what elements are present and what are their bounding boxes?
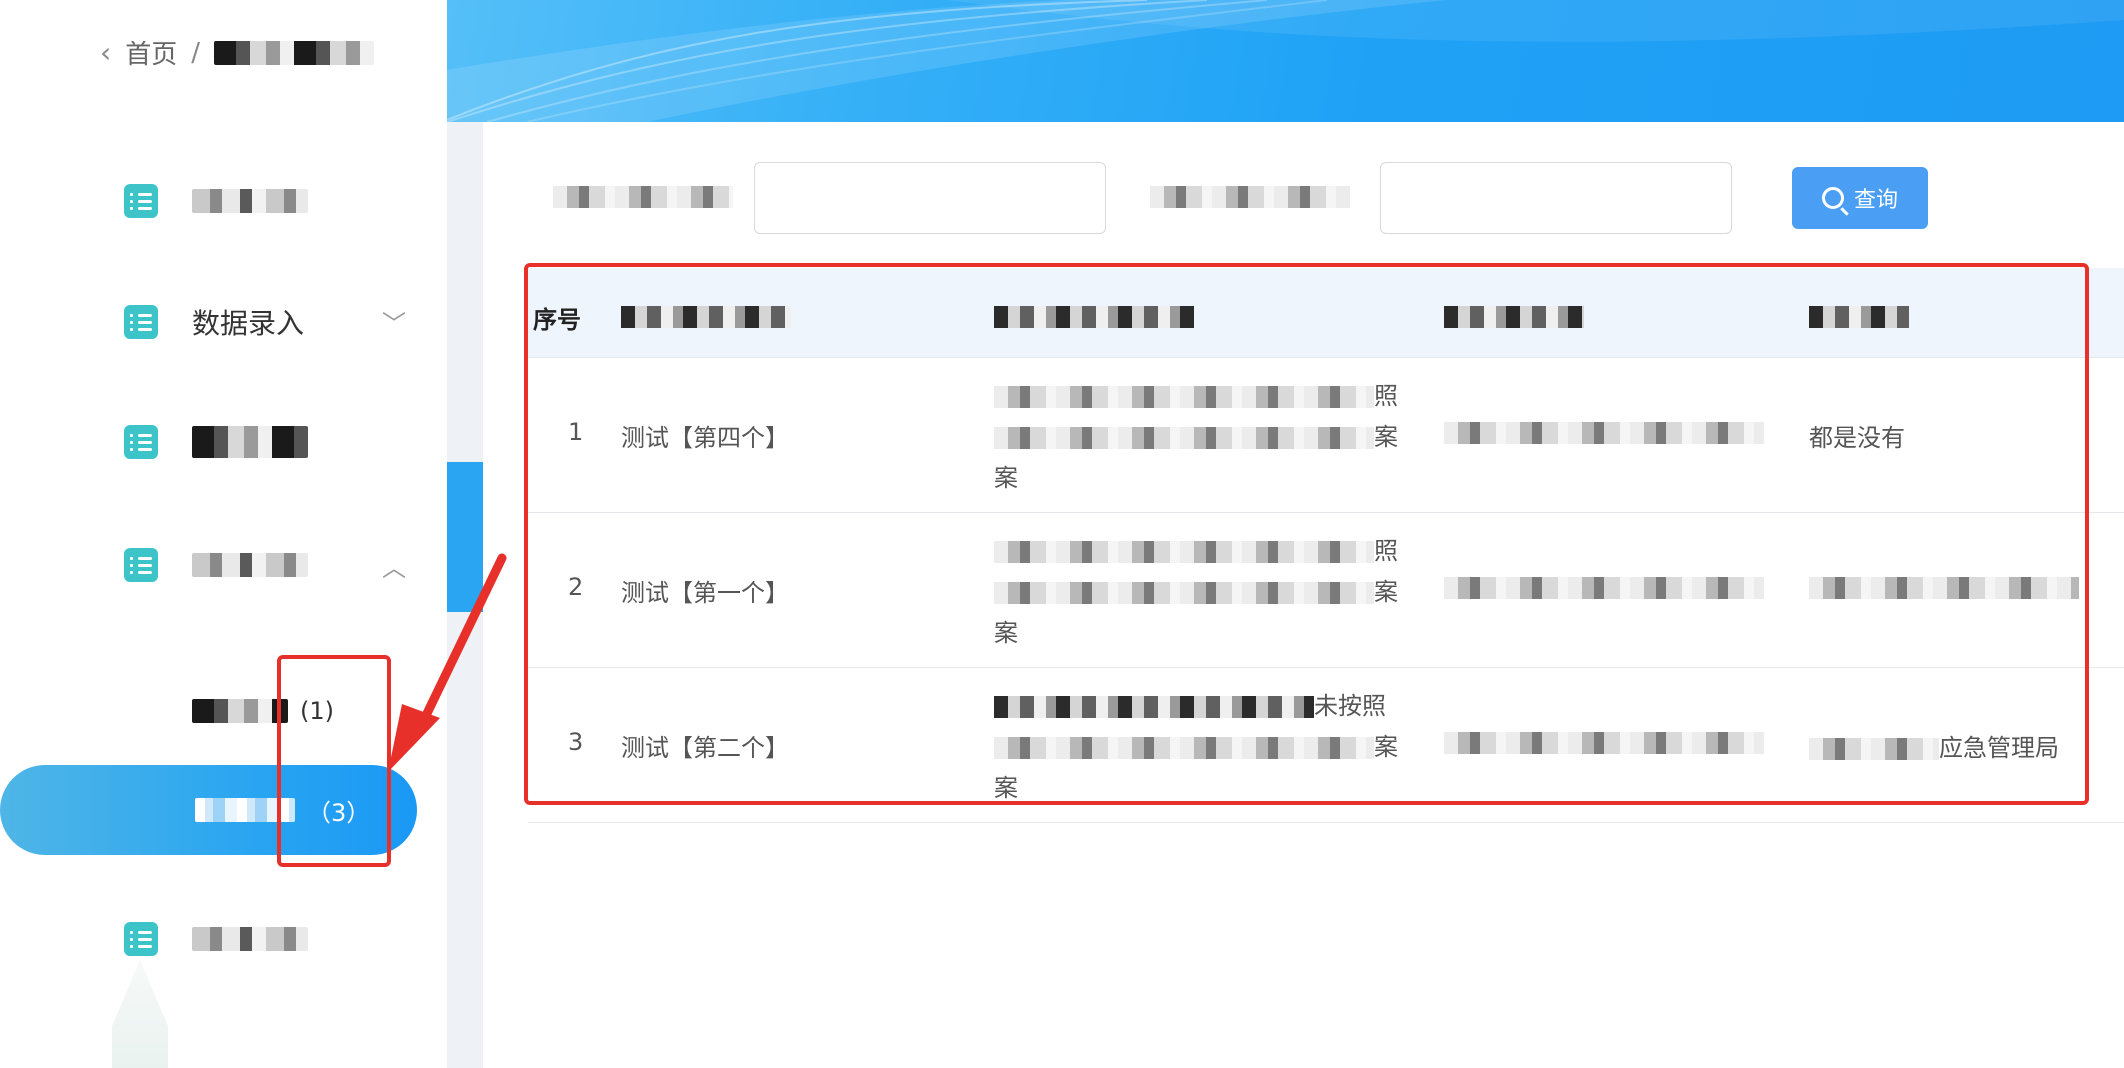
chevron-left-icon[interactable]: ‹ — [100, 36, 111, 69]
search-input-2[interactable] — [1380, 162, 1732, 234]
breadcrumb-home[interactable]: 首页 — [125, 34, 177, 71]
sidebar-item-5[interactable] — [124, 922, 308, 956]
annotation-arrow-icon — [388, 553, 507, 770]
sidebar-item-label-redacted — [192, 927, 308, 951]
search-input-1[interactable] — [754, 162, 1106, 234]
sidebar-item-1[interactable] — [124, 184, 308, 218]
sidebar-item-label: 数据录入 — [192, 307, 305, 340]
subitem-label-redacted — [192, 699, 288, 723]
wave-decoration — [447, 0, 2124, 122]
sidebar-item-4[interactable] — [124, 548, 308, 582]
annotation-box-table — [524, 263, 2089, 805]
query-button-label: 查询 — [1853, 188, 1898, 213]
sidebar: ‹ 首页 / 数据录入 ﹀ ︿ (1) （3） — [0, 0, 447, 1068]
search-label-2-redacted — [1150, 182, 1350, 210]
breadcrumb-separator: / — [191, 37, 200, 68]
sidebar-item-label-redacted — [192, 189, 308, 213]
list-icon — [124, 922, 158, 956]
top-banner — [447, 0, 2124, 122]
sidebar-item-3[interactable] — [124, 425, 308, 459]
search-label-1-redacted — [553, 182, 733, 210]
chevron-down-icon[interactable]: ﹀ — [382, 304, 406, 339]
breadcrumb-current-redacted — [213, 40, 374, 65]
sidebar-item-label-redacted — [192, 553, 308, 577]
search-icon — [1821, 187, 1844, 209]
list-icon — [124, 305, 158, 339]
rocket-decoration-icon — [112, 960, 168, 1068]
list-icon — [124, 548, 158, 582]
list-icon — [124, 425, 158, 459]
list-icon — [124, 184, 158, 218]
annotation-box-count — [277, 655, 391, 867]
sidebar-item-data-entry[interactable]: 数据录入 — [124, 302, 304, 342]
breadcrumb: ‹ 首页 / — [100, 34, 374, 71]
query-button[interactable]: 查询 — [1792, 167, 1928, 229]
sidebar-item-label-redacted — [192, 426, 308, 458]
